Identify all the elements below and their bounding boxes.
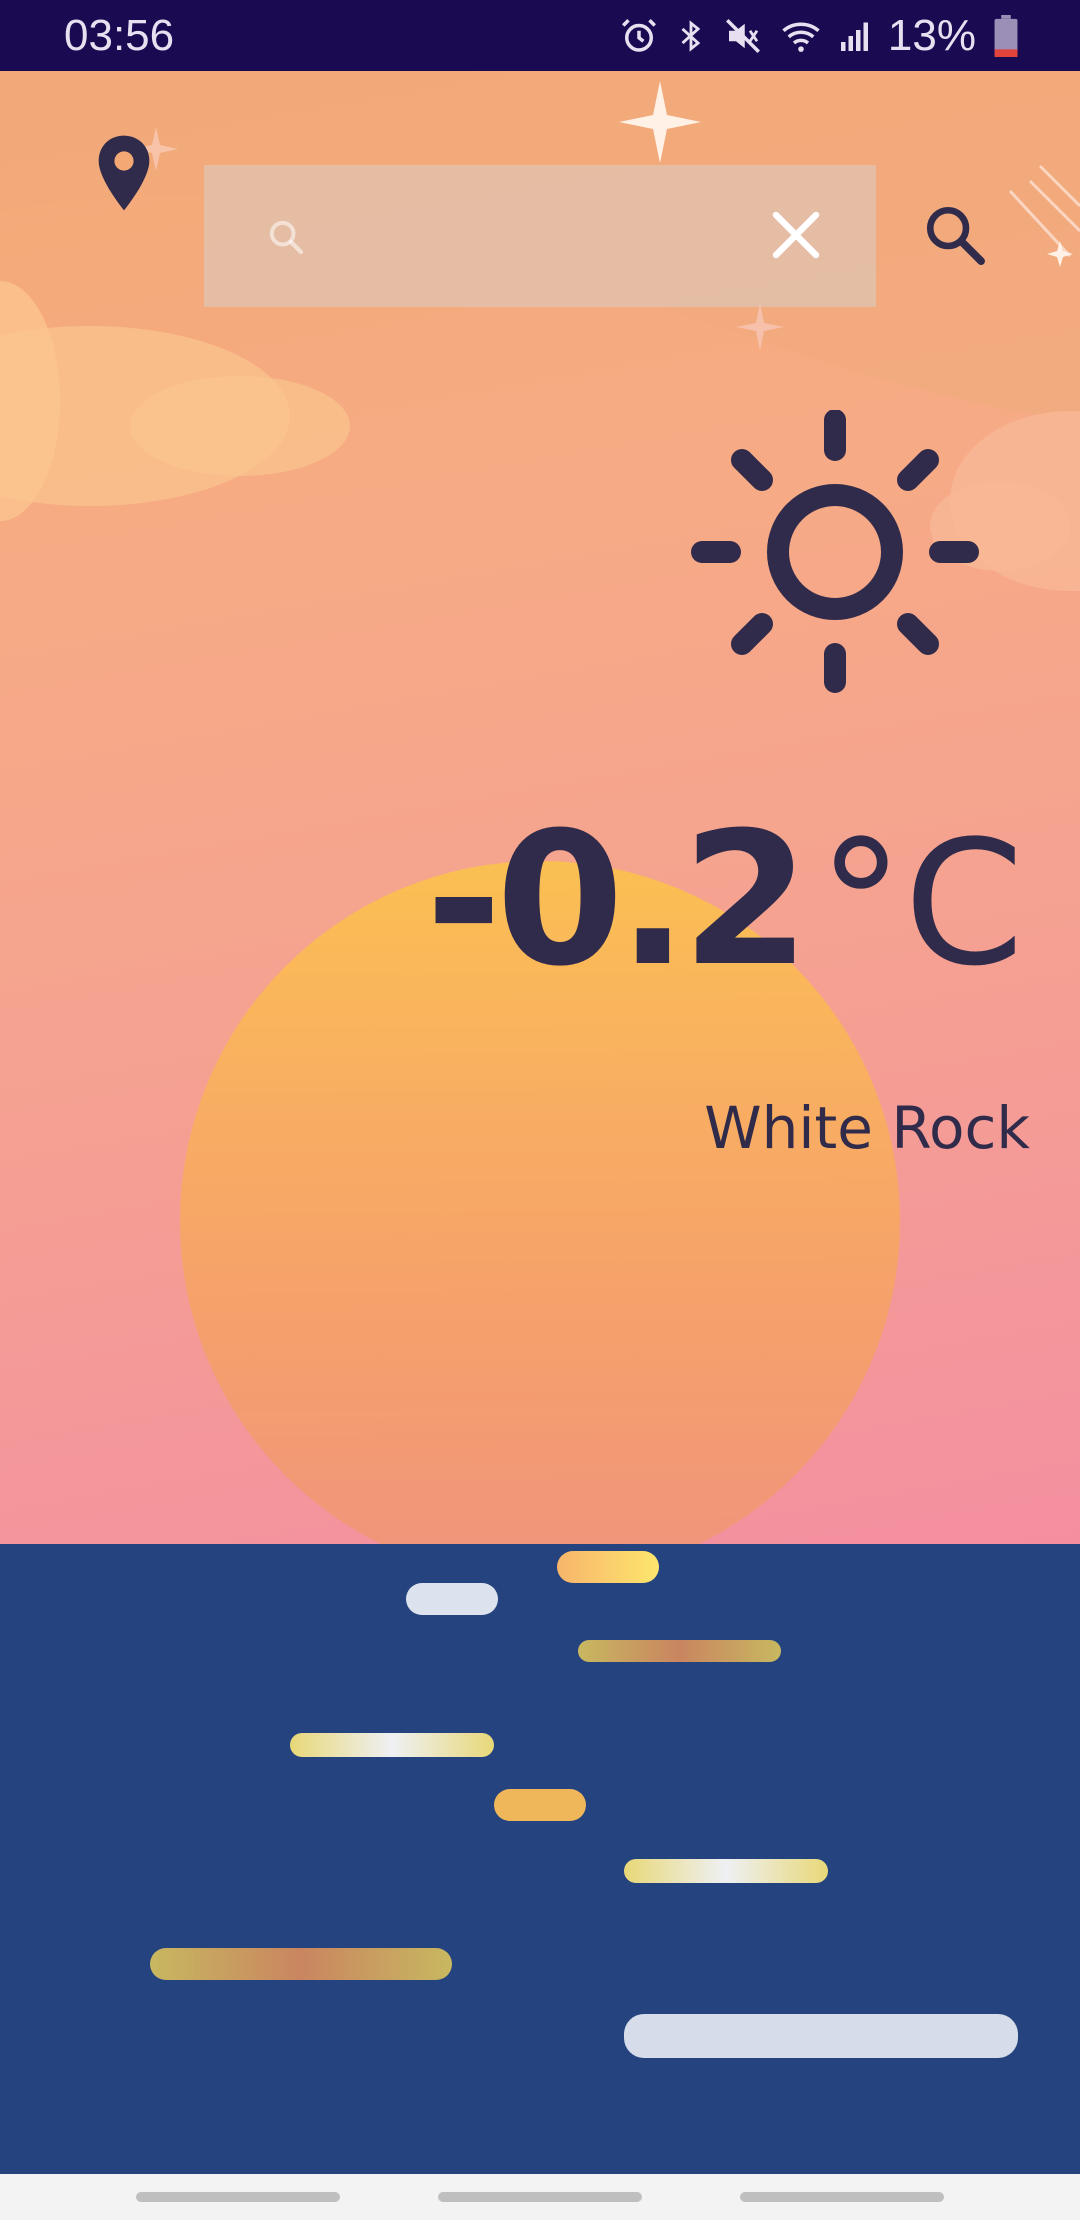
water-reflection — [624, 2014, 1018, 2058]
water-reflection — [494, 1789, 586, 1821]
temperature-display: -0.2 °C — [425, 793, 1024, 1007]
water-reflection — [290, 1733, 494, 1757]
city-name: White Rock — [704, 1094, 1030, 1162]
nav-recents-button[interactable] — [136, 2192, 340, 2202]
temperature-value: -0.2 — [425, 793, 810, 1007]
water-reflection — [624, 1859, 828, 1883]
water-reflection — [578, 1640, 781, 1662]
status-time: 03:56 — [64, 11, 175, 60]
water-reflection — [150, 1948, 452, 1980]
temperature-unit: °C — [817, 803, 1024, 1004]
sea-background — [0, 1544, 1080, 2174]
nav-home-button[interactable] — [438, 2192, 642, 2202]
water-reflection — [406, 1583, 498, 1615]
location-pin-icon — [98, 135, 150, 211]
sun-icon — [691, 409, 979, 693]
water-reflection — [557, 1551, 659, 1583]
weather-condition — [690, 409, 980, 700]
battery-icon — [994, 15, 1018, 57]
system-navigation-bar — [0, 2174, 1080, 2220]
search-input[interactable] — [294, 205, 758, 267]
nav-back-button[interactable] — [740, 2192, 944, 2202]
mute-icon — [725, 19, 760, 53]
wifi-icon — [782, 22, 820, 52]
search-button[interactable] — [922, 202, 988, 268]
status-bar: 03:56 13% — [0, 0, 1080, 71]
search-box[interactable] — [204, 165, 876, 307]
close-icon — [772, 211, 820, 259]
location-button[interactable] — [92, 133, 156, 213]
signal-icon — [840, 22, 868, 51]
status-icons: 13% — [618, 12, 1018, 60]
search-icon — [926, 206, 985, 265]
battery-percent: 13% — [887, 11, 976, 60]
alarm-icon — [621, 19, 656, 52]
bluetooth-icon — [681, 20, 701, 52]
clear-search-button[interactable] — [766, 205, 826, 265]
